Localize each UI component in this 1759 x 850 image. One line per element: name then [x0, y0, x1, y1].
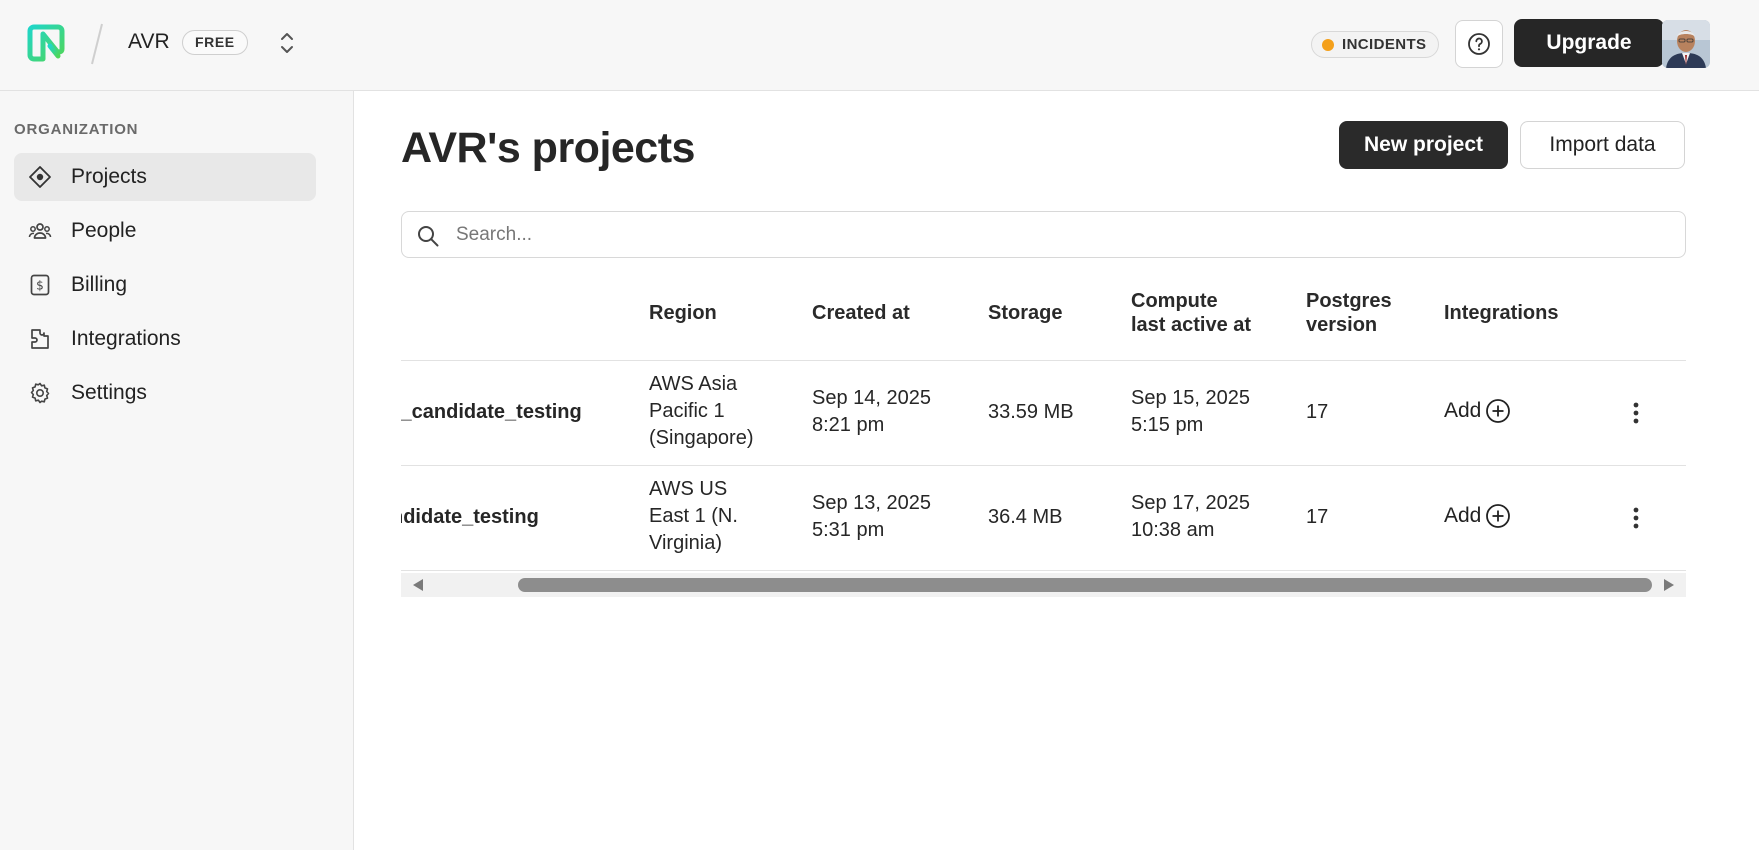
integrations-icon [28, 327, 52, 351]
import-data-button[interactable]: Import data [1520, 121, 1685, 169]
more-vertical-icon [1633, 507, 1639, 529]
time-line: 10:38 am [1131, 519, 1215, 541]
projects-icon [28, 165, 52, 189]
help-button[interactable] [1455, 20, 1503, 68]
add-integration-button[interactable]: Add [1444, 503, 1511, 529]
more-vertical-icon [1633, 402, 1639, 424]
project-region: AWS Asia Pacific 1 (Singapore) [649, 371, 754, 452]
user-avatar[interactable] [1662, 20, 1710, 68]
search-icon [418, 226, 439, 247]
question-circle-icon [1468, 33, 1490, 55]
neon-logo-icon[interactable] [26, 23, 66, 63]
time-line: 5:15 pm [1131, 414, 1204, 436]
sidebar-item-projects[interactable]: Projects [14, 153, 316, 201]
row-menu-button[interactable] [1626, 503, 1646, 533]
sidebar: ORGANIZATION Projects People $ Billing I… [0, 91, 354, 850]
add-integration-label: Add [1444, 504, 1482, 527]
sidebar-section-label: ORGANIZATION [14, 121, 139, 138]
project-storage: 33.59 MB [988, 401, 1074, 423]
sidebar-item-billing[interactable]: $ Billing [14, 261, 316, 309]
sidebar-item-label: Settings [71, 381, 147, 404]
row-divider [401, 570, 1686, 571]
add-integration-label: Add [1444, 399, 1482, 422]
region-line: (Singapore) [649, 427, 754, 449]
region-line: Virginia) [649, 532, 722, 554]
column-header-region[interactable]: Region [649, 301, 717, 325]
region-line: Pacific 1 [649, 400, 725, 422]
column-header-integrations: Integrations [1444, 302, 1559, 324]
project-postgres-version: 17 [1306, 506, 1329, 528]
project-compute-last-active: Sep 17, 2025 10:38 am [1131, 490, 1250, 544]
column-header-compute-last-active[interactable]: Compute last active at [1131, 289, 1251, 337]
incidents-badge[interactable]: INCIDENTS [1311, 31, 1440, 58]
date-line: Sep 13, 2025 [812, 492, 931, 514]
scroll-left-arrow-icon[interactable] [413, 579, 423, 591]
column-header-postgres-version[interactable]: Postgres version [1306, 289, 1392, 337]
region-line: AWS Asia [649, 373, 738, 395]
row-menu-button[interactable] [1626, 398, 1646, 428]
svg-text:$: $ [36, 279, 44, 293]
project-name[interactable]: l_candidate_testing [401, 399, 582, 426]
date-line: Sep 14, 2025 [812, 387, 931, 409]
people-icon [28, 219, 52, 243]
new-project-button[interactable]: New project [1339, 121, 1508, 169]
breadcrumb-separator [87, 22, 107, 66]
column-header-created-at[interactable]: Created at [812, 301, 910, 325]
project-storage: 36.4 MB [988, 506, 1063, 528]
horizontal-scrollbar[interactable] [401, 573, 1686, 597]
project-name[interactable]: ndidate_testing [401, 504, 539, 531]
org-switcher-chevron-icon[interactable] [277, 28, 297, 58]
column-header-text: last active at [1131, 314, 1252, 336]
project-created-at: Sep 14, 2025 8:21 pm [812, 385, 931, 439]
org-name[interactable]: AVR [128, 30, 170, 54]
date-line: Sep 15, 2025 [1131, 387, 1250, 409]
top-bar: AVR FREE INCIDENTS Upgrade [0, 0, 1759, 91]
project-compute-last-active: Sep 15, 2025 5:15 pm [1131, 385, 1250, 439]
add-integration-button[interactable]: Add [1444, 398, 1511, 424]
upgrade-button[interactable]: Upgrade [1514, 19, 1664, 67]
sidebar-item-people[interactable]: People [14, 207, 316, 255]
project-created-at: Sep 13, 2025 5:31 pm [812, 490, 931, 544]
search-box [401, 211, 1686, 258]
time-line: 5:31 pm [812, 519, 885, 541]
project-postgres-version: 17 [1306, 401, 1329, 423]
column-header-text: Postgres [1306, 290, 1392, 312]
row-divider [401, 465, 1686, 466]
billing-icon: $ [28, 273, 52, 297]
region-line: AWS US [649, 478, 728, 500]
sidebar-item-label: Projects [71, 165, 147, 188]
plus-circle-icon [1486, 504, 1511, 528]
search-input[interactable] [456, 212, 1666, 257]
project-region: AWS US East 1 (N. Virginia) [649, 476, 738, 557]
incident-status-dot [1322, 38, 1334, 51]
sidebar-item-integrations[interactable]: Integrations [14, 315, 316, 363]
column-header-text: version [1306, 314, 1378, 336]
gear-icon [28, 381, 52, 405]
column-header-storage[interactable]: Storage [988, 301, 1062, 325]
region-line: East 1 (N. [649, 505, 738, 527]
scrollbar-thumb[interactable] [518, 578, 1652, 592]
time-line: 8:21 pm [812, 414, 885, 436]
plus-circle-icon [1486, 399, 1511, 423]
sidebar-item-settings[interactable]: Settings [14, 369, 316, 417]
column-header-text: Compute [1131, 290, 1218, 312]
projects-table: Region Created at Storage Compute last a… [401, 283, 1686, 573]
plan-badge: FREE [182, 30, 248, 55]
sidebar-item-label: Integrations [71, 327, 181, 350]
sidebar-item-label: People [71, 219, 137, 242]
incidents-label: INCIDENTS [1342, 36, 1427, 53]
sidebar-item-label: Billing [71, 273, 128, 296]
page-title: AVR's projects [401, 124, 695, 172]
row-divider [401, 360, 1686, 361]
scroll-right-arrow-icon[interactable] [1664, 579, 1674, 591]
date-line: Sep 17, 2025 [1131, 492, 1250, 514]
